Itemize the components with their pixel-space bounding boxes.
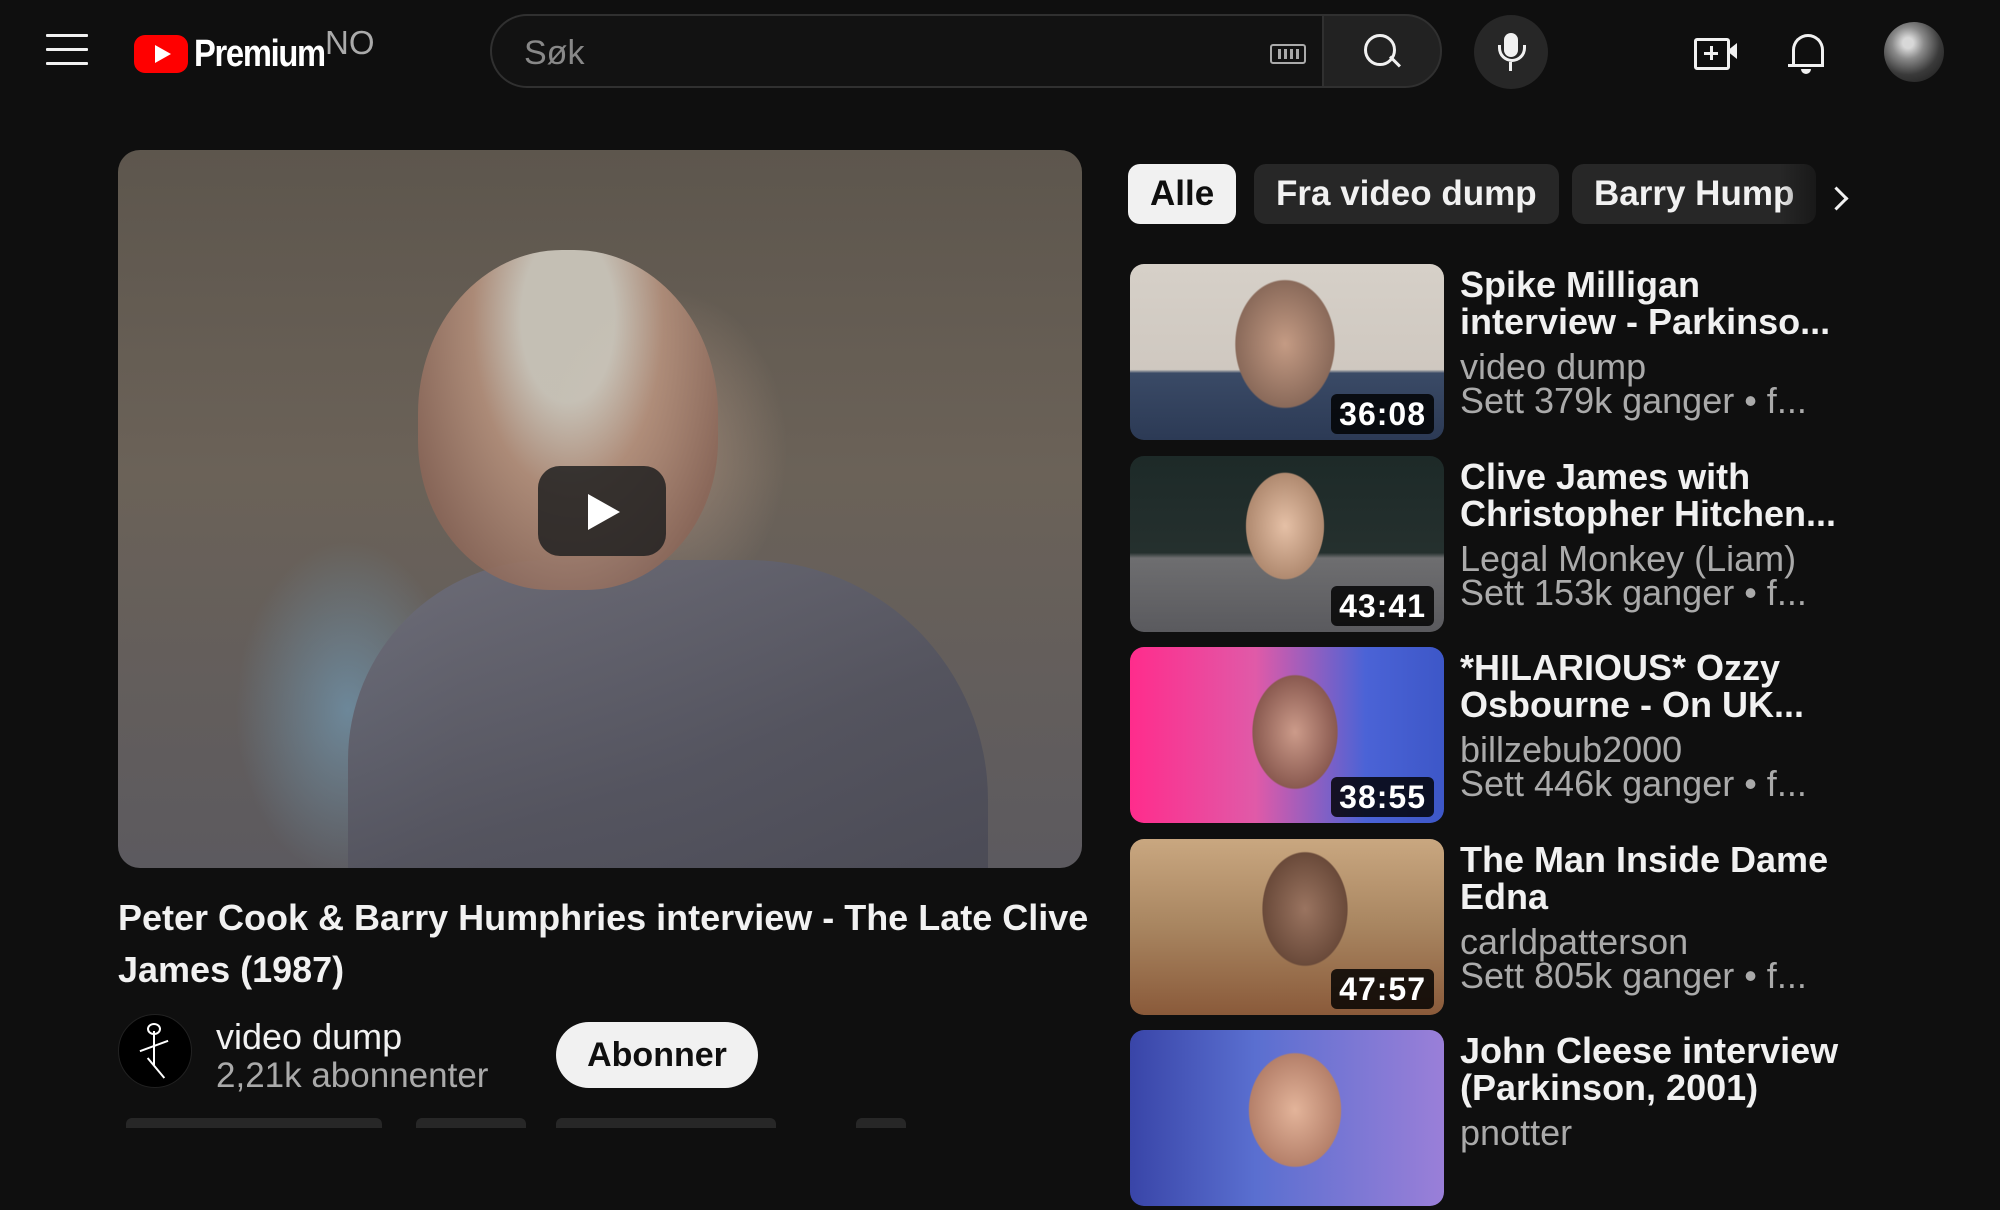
recommendation-item[interactable]: 38:55 *HILARIOUS* Ozzy Osbourne - On UK.… (1130, 647, 1980, 827)
video-thumbnail[interactable]: 43:41 (1130, 456, 1444, 632)
filter-chips: Alle Fra video dump Barry Hump (1128, 164, 1848, 226)
play-icon[interactable] (538, 466, 666, 556)
action-button[interactable] (856, 1118, 906, 1128)
action-button[interactable] (126, 1118, 382, 1128)
meta-suffix: • f... (1734, 380, 1807, 421)
chip-all[interactable]: Alle (1128, 164, 1237, 224)
bell-rim (1788, 64, 1824, 67)
avatar-figure-leg (146, 1057, 166, 1079)
recommendation-title[interactable]: John Cleese interview (Parkinson, 2001) (1460, 1032, 1850, 1106)
recommendation-title[interactable]: Clive James with Christopher Hitchen... (1460, 458, 1850, 532)
chevron-right-icon[interactable] (1818, 180, 1858, 220)
duration-badge: 38:55 (1331, 777, 1434, 817)
duration-badge: 47:57 (1331, 969, 1434, 1009)
keyboard-icon[interactable] (1270, 44, 1306, 64)
profile-avatar[interactable] (1884, 22, 1944, 82)
duration-badge: 36:08 (1331, 394, 1434, 434)
youtube-premium-logo[interactable]: Premium (134, 30, 346, 78)
bell-clapper (1801, 69, 1811, 74)
menu-icon[interactable] (46, 34, 88, 70)
meta-suffix: • f... (1734, 955, 1807, 996)
recommendation-item[interactable]: John Cleese interview (Parkinson, 2001) … (1130, 1030, 1980, 1210)
search-button[interactable] (1322, 14, 1442, 88)
plus-vertical (1710, 46, 1713, 60)
logo-text: Premium (194, 32, 326, 75)
search-input[interactable] (522, 30, 1226, 76)
country-code: NO (325, 24, 375, 61)
video-thumbnail[interactable]: 38:55 (1130, 647, 1444, 823)
avatar-figure-body (153, 1031, 155, 1065)
view-count: Sett 446k ganger (1460, 763, 1735, 804)
recommendation-meta: Sett 153k ganger • f... (1460, 572, 1807, 614)
youtube-logo-icon (134, 35, 188, 73)
recommendation-meta: Sett 379k ganger • f... (1460, 380, 1807, 422)
video-player[interactable] (118, 150, 1082, 868)
bell-icon[interactable] (1786, 30, 1826, 76)
video-frame-figure (348, 560, 988, 868)
bell-dome (1792, 34, 1824, 67)
top-bar: Premium NO (0, 0, 2000, 104)
camera-lens (1727, 43, 1737, 59)
subscribe-button[interactable]: Abonner (556, 1022, 758, 1088)
action-button[interactable] (556, 1118, 776, 1128)
recommendation-title[interactable]: Spike Milligan interview - Parkinso... (1460, 266, 1850, 340)
create-video-icon[interactable] (1692, 34, 1740, 72)
action-buttons-row (126, 1118, 906, 1128)
recommendation-item[interactable]: 36:08 Spike Milligan interview - Parkins… (1130, 264, 1980, 444)
subscriber-count: 2,21k abonnenter (216, 1056, 489, 1095)
recommendation-item[interactable]: 47:57 The Man Inside Dame Edna carldpatt… (1130, 839, 1980, 1019)
recommendation-meta: Sett 805k ganger • f... (1460, 955, 1807, 997)
channel-avatar[interactable] (118, 1014, 192, 1088)
video-thumbnail[interactable]: 47:57 (1130, 839, 1444, 1015)
view-count: Sett 153k ganger (1460, 572, 1735, 613)
meta-suffix: • f... (1734, 763, 1807, 804)
voice-search-button[interactable] (1474, 15, 1548, 89)
view-count: Sett 805k ganger (1460, 955, 1735, 996)
recommendation-title[interactable]: *HILARIOUS* Ozzy Osbourne - On UK... (1460, 649, 1850, 723)
recommendation-meta: Sett 446k ganger • f... (1460, 763, 1807, 805)
mic-icon-stem (1509, 62, 1512, 71)
video-title: Peter Cook & Barry Humphries interview -… (118, 897, 1089, 990)
duration-badge: 43:41 (1331, 586, 1434, 626)
recommendation-title[interactable]: The Man Inside Dame Edna (1460, 841, 1850, 915)
video-thumbnail[interactable] (1130, 1030, 1444, 1206)
view-count: Sett 379k ganger (1460, 380, 1735, 421)
mic-icon-cup (1498, 45, 1526, 62)
channel-name[interactable]: video dump (216, 1016, 402, 1058)
search-box (490, 14, 1322, 88)
chip-from-channel[interactable]: Fra video dump (1254, 164, 1559, 224)
meta-suffix: • f... (1734, 572, 1807, 613)
recommendation-channel: pnotter (1460, 1112, 1573, 1153)
action-button[interactable] (416, 1118, 526, 1128)
video-thumbnail[interactable]: 36:08 (1130, 264, 1444, 440)
search-icon (1364, 34, 1396, 66)
recommendation-item[interactable]: 43:41 Clive James with Christopher Hitch… (1130, 456, 1980, 636)
